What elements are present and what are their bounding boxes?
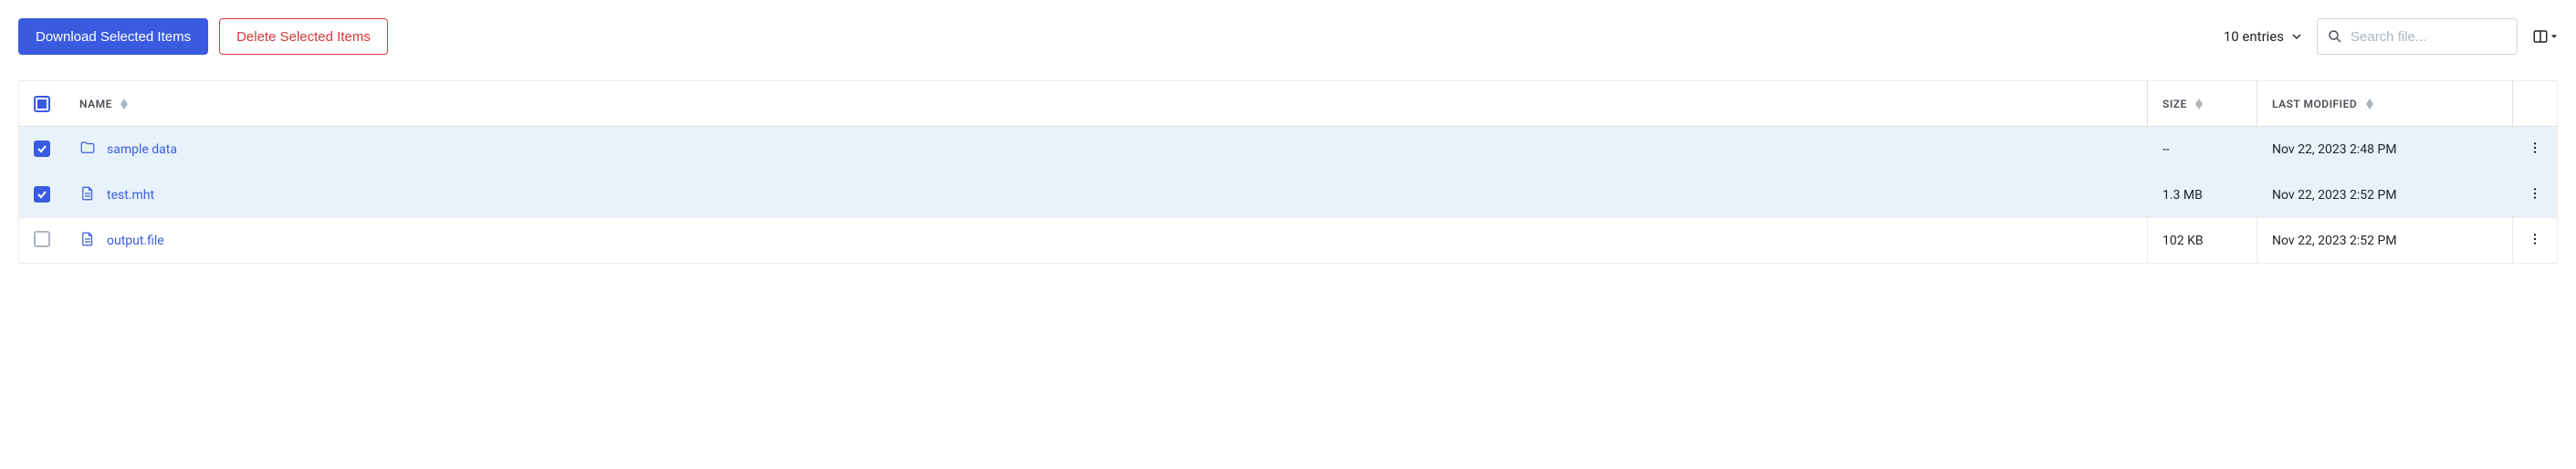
select-all-checkbox[interactable] — [34, 96, 50, 112]
file-name: output.file — [107, 234, 164, 248]
chevron-down-icon — [2291, 31, 2302, 42]
search-input[interactable] — [2351, 29, 2508, 45]
file-size: 102 KB — [2148, 218, 2257, 264]
sort-icon — [2195, 99, 2203, 109]
table-row: output.file 102 KBNov 22, 2023 2:52 PM — [19, 218, 2558, 264]
file-name: sample data — [107, 142, 177, 157]
search-field[interactable] — [2317, 18, 2518, 55]
download-selected-button[interactable]: Download Selected Items — [18, 18, 208, 55]
column-header-name[interactable]: Name — [79, 98, 112, 110]
sort-icon — [2366, 99, 2373, 109]
file-icon — [79, 185, 96, 205]
table-row: sample data --Nov 22, 2023 2:48 PM — [19, 127, 2558, 172]
table-row: test.mht 1.3 MBNov 22, 2023 2:52 PM — [19, 172, 2558, 218]
file-table: Name Size Last Modified — [18, 80, 2558, 264]
column-toggle-button[interactable] — [2532, 28, 2558, 45]
folder-icon — [79, 140, 96, 160]
delete-selected-button[interactable]: Delete Selected Items — [219, 18, 388, 55]
file-modified: Nov 22, 2023 2:48 PM — [2257, 127, 2513, 172]
file-size: 1.3 MB — [2148, 172, 2257, 218]
sort-icon — [120, 99, 128, 109]
file-modified: Nov 22, 2023 2:52 PM — [2257, 218, 2513, 264]
search-icon — [2327, 28, 2343, 45]
file-link[interactable]: test.mht — [79, 185, 154, 205]
entries-dropdown[interactable]: 10 entries — [2224, 28, 2302, 45]
file-link[interactable]: sample data — [79, 140, 177, 160]
kebab-icon — [2528, 232, 2542, 246]
file-modified: Nov 22, 2023 2:52 PM — [2257, 172, 2513, 218]
kebab-icon — [2528, 141, 2542, 155]
row-checkbox[interactable] — [34, 231, 50, 247]
row-checkbox[interactable] — [34, 141, 50, 157]
row-actions-menu[interactable] — [2528, 235, 2542, 250]
row-checkbox[interactable] — [34, 186, 50, 203]
kebab-icon — [2528, 186, 2542, 201]
caret-down-icon — [2550, 33, 2558, 40]
file-link[interactable]: output.file — [79, 231, 164, 251]
file-name: test.mht — [107, 188, 154, 203]
column-header-size[interactable]: Size — [2162, 98, 2187, 110]
row-actions-menu[interactable] — [2528, 144, 2542, 159]
column-header-modified[interactable]: Last Modified — [2272, 98, 2357, 110]
file-icon — [79, 231, 96, 251]
entries-label: 10 entries — [2224, 28, 2284, 45]
file-size: -- — [2148, 127, 2257, 172]
row-actions-menu[interactable] — [2528, 190, 2542, 204]
columns-icon — [2532, 28, 2549, 45]
